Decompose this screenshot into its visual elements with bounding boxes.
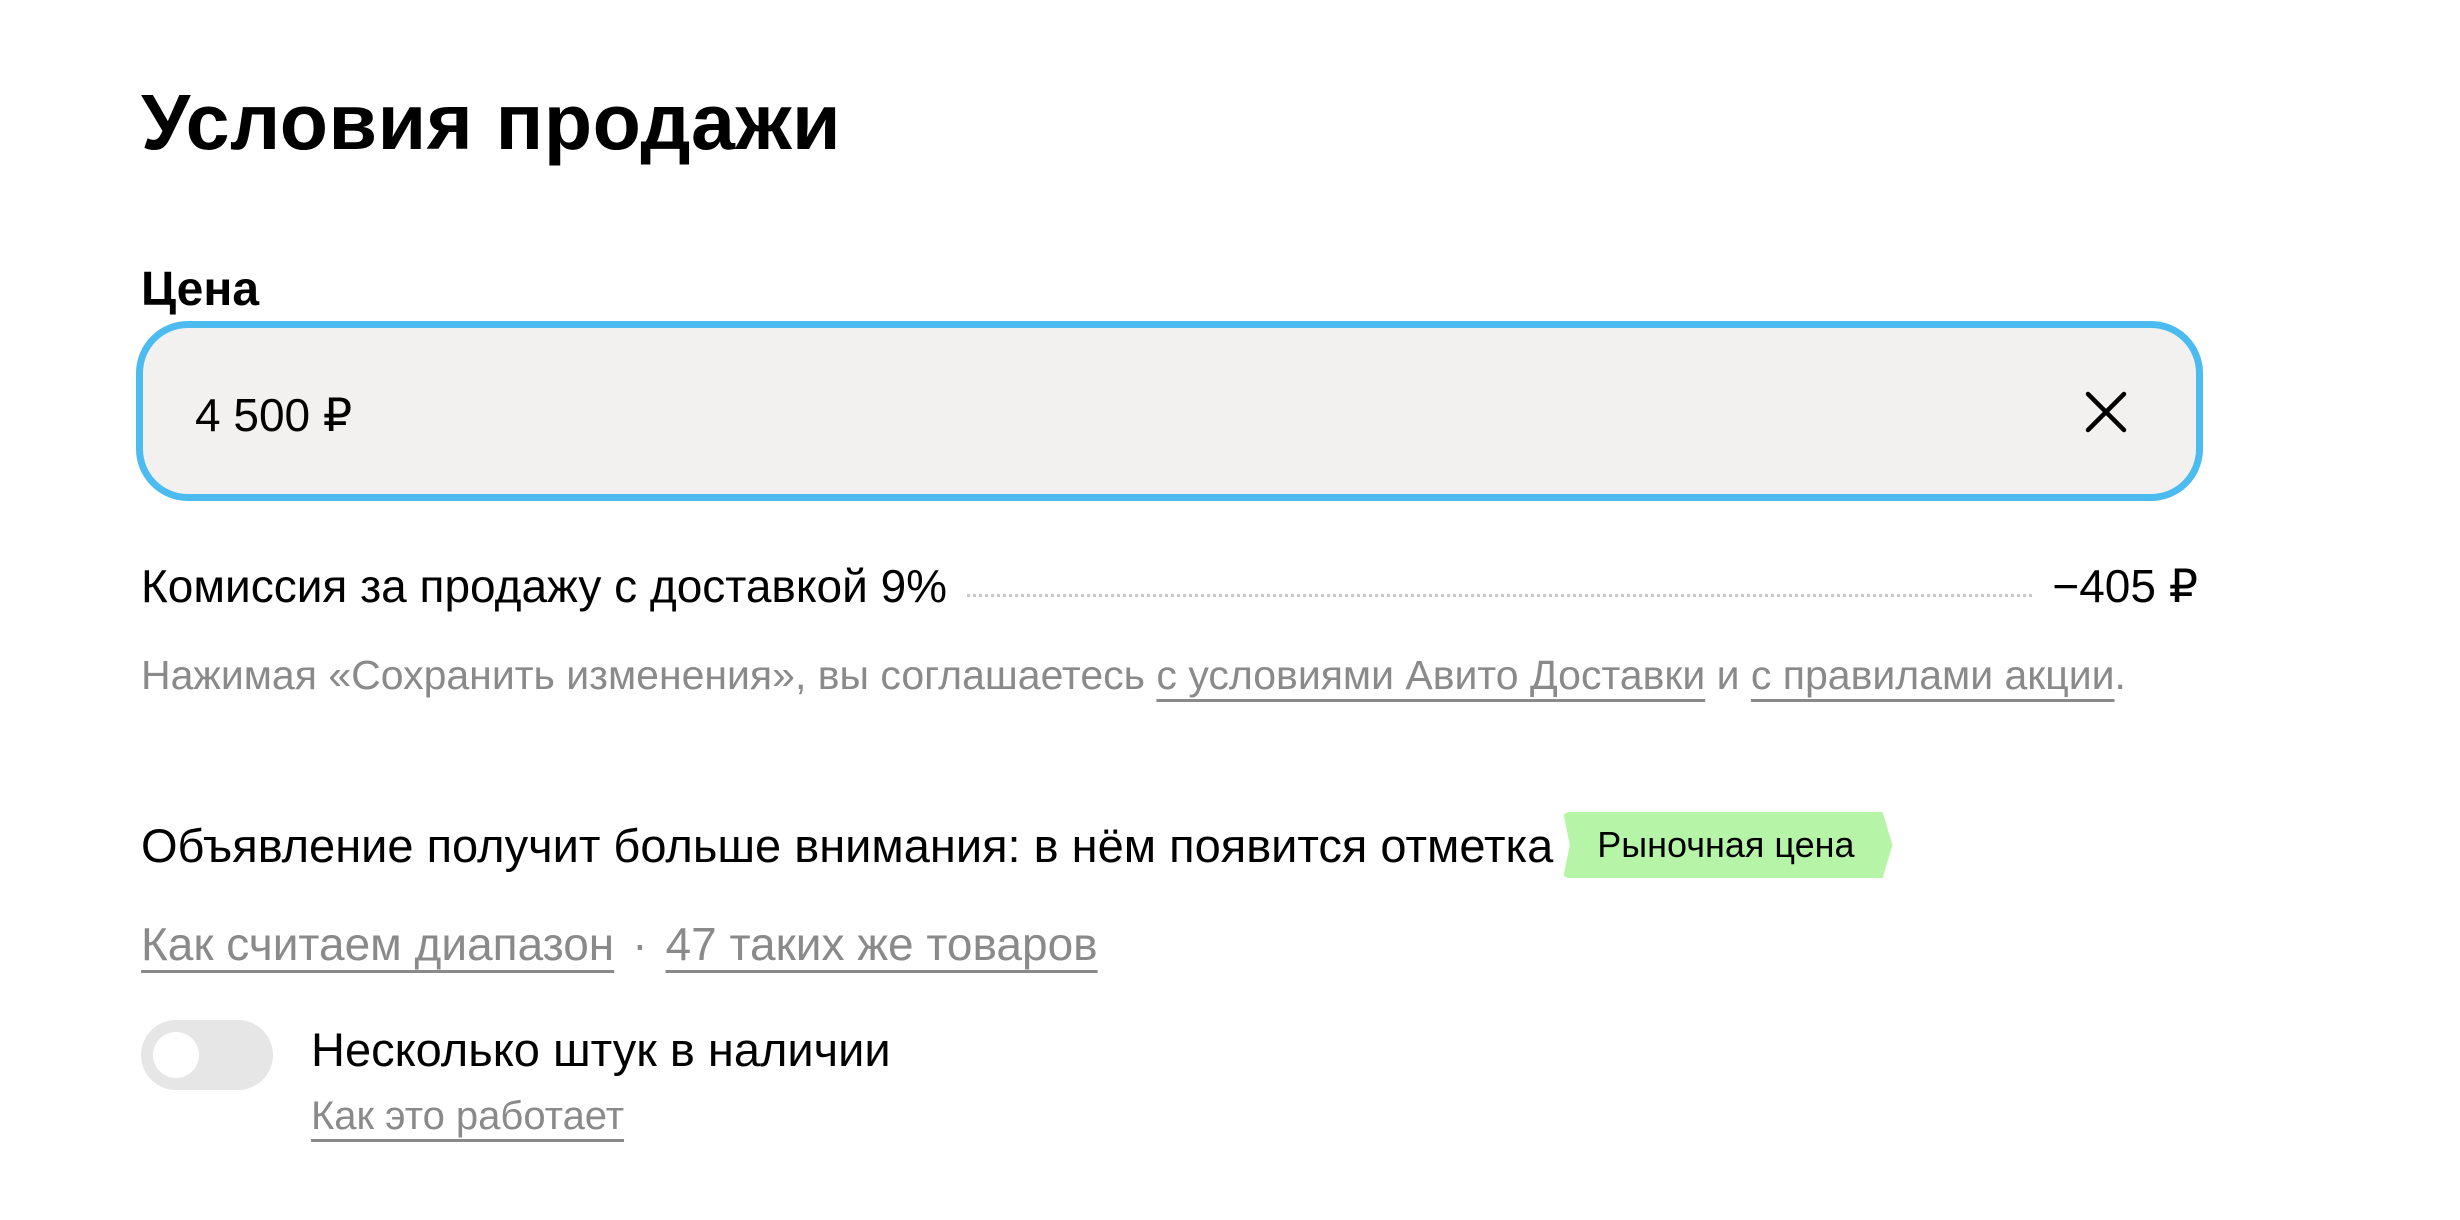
market-price-badge: Рыночная цена — [1563, 812, 1893, 878]
dotted-leader — [967, 593, 2033, 597]
page-title: Условия продажи — [141, 77, 842, 166]
price-info-links: Как считаем диапазон · 47 таких же товаров — [141, 912, 1098, 976]
commission-label: Комиссия за продажу с доставкой 9% — [141, 560, 948, 612]
promo-rules-link[interactable]: с правилами акции — [1751, 652, 2115, 698]
attention-text: Объявление получит больше внимания: в нё… — [141, 818, 1554, 872]
consent-text: Нажимая «Сохранить изменения», вы соглаш… — [141, 646, 2221, 704]
clear-price-button[interactable] — [2078, 384, 2134, 440]
links-separator: · — [632, 918, 648, 970]
multiple-stock-label: Несколько штук в наличии — [311, 1023, 891, 1076]
range-calculation-link[interactable]: Как считаем диапазон — [141, 918, 614, 970]
similar-items-link[interactable]: 47 таких же товаров — [666, 918, 1098, 970]
close-icon[interactable] — [2084, 390, 2128, 434]
toggle-knob — [153, 1032, 199, 1078]
price-input[interactable] — [195, 380, 1945, 450]
commission-row: Комиссия за продажу с доставкой 9% −405 … — [141, 556, 2203, 616]
consent-text-after: . — [2114, 652, 2126, 698]
price-field[interactable] — [136, 321, 2203, 501]
multiple-stock-toggle[interactable] — [141, 1020, 273, 1090]
how-it-works-link[interactable]: Как это работает — [311, 1088, 624, 1144]
consent-text-and: и — [1705, 652, 1751, 698]
delivery-terms-link[interactable]: с условиями Авито Доставки — [1156, 652, 1705, 698]
commission-amount: −405 ₽ — [2052, 560, 2198, 612]
price-label: Цена — [141, 263, 260, 316]
consent-text-before: Нажимая «Сохранить изменения», вы соглаш… — [141, 652, 1157, 698]
attention-row: Объявление получит больше внимания: в нё… — [141, 810, 1893, 880]
